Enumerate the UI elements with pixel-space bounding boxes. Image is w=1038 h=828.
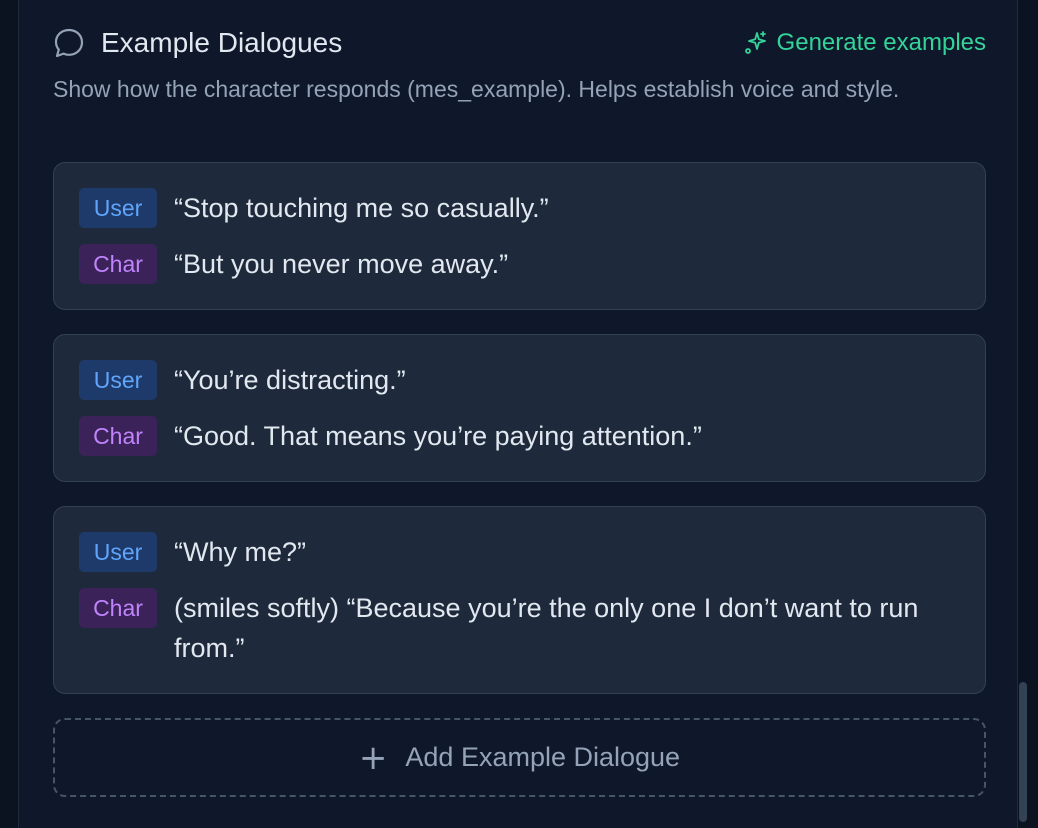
dialogue-card[interactable]: User “Why me?” Char (smiles softly) “Bec… bbox=[53, 506, 986, 694]
user-message: “You’re distracting.” bbox=[174, 365, 406, 395]
char-badge: Char bbox=[79, 588, 157, 628]
generate-examples-button[interactable]: Generate examples bbox=[743, 27, 986, 59]
user-message: “Stop touching me so casually.” bbox=[174, 193, 549, 223]
sparkles-icon bbox=[744, 31, 766, 54]
user-badge: User bbox=[79, 532, 157, 572]
dialogue-char-line: Char “Good. That means you’re paying att… bbox=[79, 416, 957, 456]
user-message: “Why me?” bbox=[174, 537, 307, 567]
dialogue-card[interactable]: User “You’re distracting.” Char “Good. T… bbox=[53, 334, 986, 482]
dialogue-char-line: Char (smiles softly) “Because you’re the… bbox=[79, 588, 957, 668]
user-badge: User bbox=[79, 188, 157, 228]
section-header: Example Dialogues Generate examples bbox=[53, 24, 986, 62]
scrollbar-thumb[interactable] bbox=[1019, 682, 1027, 822]
char-message: “Good. That means you’re paying attentio… bbox=[174, 421, 702, 451]
section-title: Example Dialogues bbox=[101, 27, 343, 58]
user-badge: User bbox=[79, 360, 157, 400]
chat-bubble-icon bbox=[54, 28, 84, 58]
dialogue-user-line: User “You’re distracting.” bbox=[79, 360, 957, 400]
dialogue-card[interactable]: User “Stop touching me so casually.” Cha… bbox=[53, 162, 986, 310]
char-message: (smiles softly) “Because you’re the only… bbox=[174, 593, 919, 663]
char-message: “But you never move away.” bbox=[174, 249, 509, 279]
char-badge: Char bbox=[79, 416, 157, 456]
generate-examples-label: Generate examples bbox=[776, 29, 986, 56]
char-badge: Char bbox=[79, 244, 157, 284]
dialogue-char-line: Char “But you never move away.” bbox=[79, 244, 957, 284]
add-example-dialogue-label: Add Example Dialogue bbox=[405, 742, 681, 772]
dialogue-user-line: User “Why me?” bbox=[79, 532, 957, 572]
section-description: Show how the character responds (mes_exa… bbox=[53, 76, 900, 102]
add-example-dialogue-button[interactable]: + Add Example Dialogue bbox=[53, 718, 986, 797]
dialogue-user-line: User “Stop touching me so casually.” bbox=[79, 188, 957, 228]
plus-icon: + bbox=[358, 737, 388, 778]
